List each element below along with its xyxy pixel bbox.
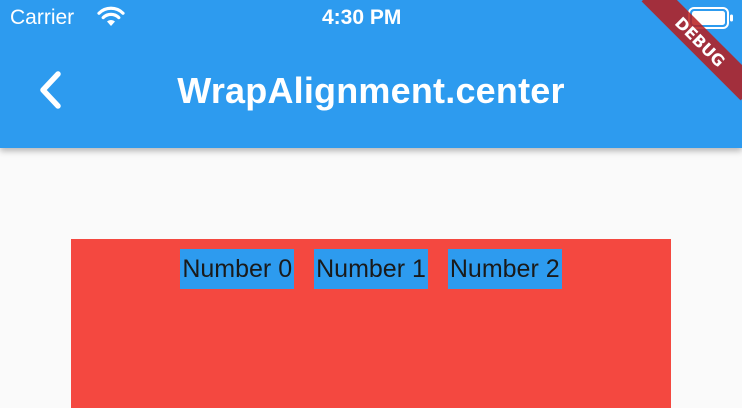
wrap-row: Number 0 Number 1 Number 2 <box>71 249 671 289</box>
wrap-container: Number 0 Number 1 Number 2 <box>71 239 671 408</box>
status-bar: Carrier 4:30 PM <box>0 0 742 36</box>
battery-icon <box>688 7 734 29</box>
wrap-item: Number 2 <box>447 249 562 289</box>
app-bar: Carrier 4:30 PM WrapAlignment.center <box>0 0 742 148</box>
carrier-label: Carrier <box>10 6 75 29</box>
wifi-icon <box>96 6 126 28</box>
screen: Carrier 4:30 PM WrapAlignment.center DEB… <box>0 0 742 408</box>
status-time: 4:30 PM <box>322 6 402 29</box>
page-title: WrapAlignment.center <box>177 70 565 111</box>
wrap-item: Number 1 <box>314 249 428 289</box>
wrap-item: Number 0 <box>180 249 295 289</box>
